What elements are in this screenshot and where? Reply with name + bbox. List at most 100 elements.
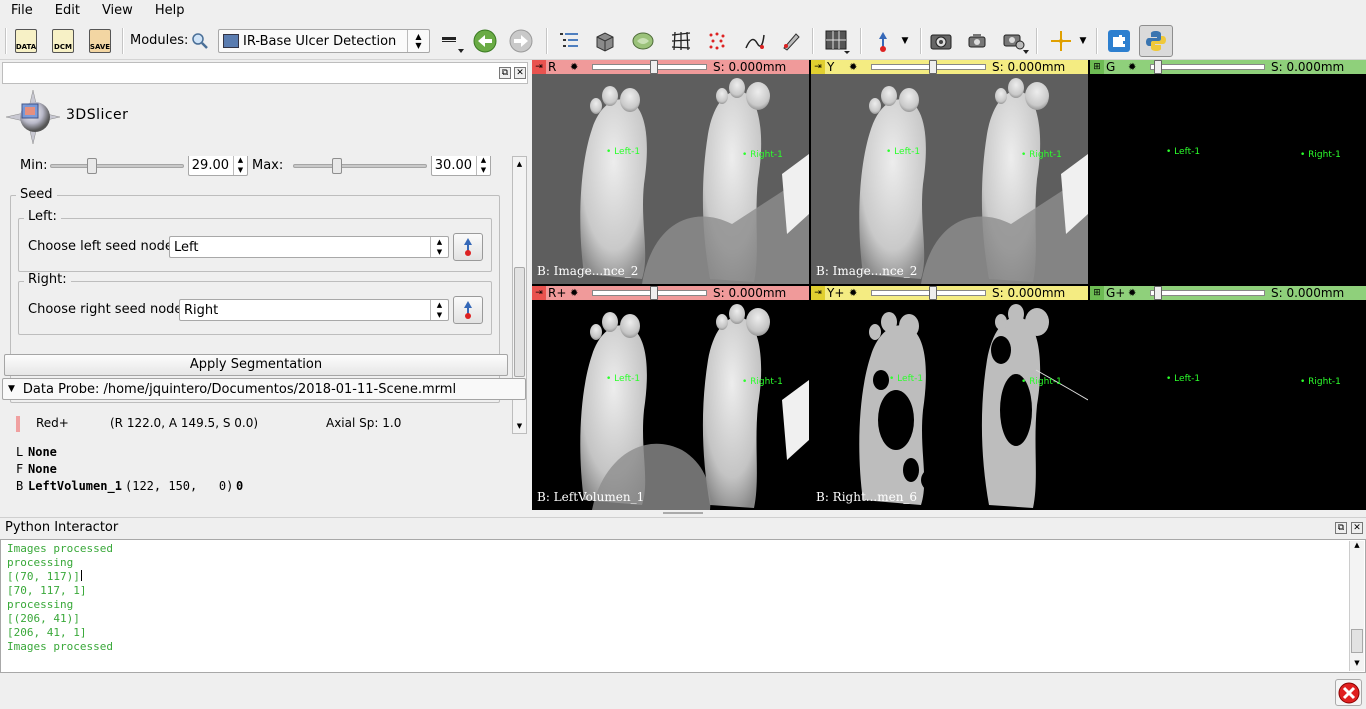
apply-segmentation-button[interactable]: Apply Segmentation	[4, 354, 508, 376]
extension-manager-button[interactable]	[1104, 26, 1134, 56]
menu-file[interactable]: File	[0, 0, 44, 22]
slice-offset-slider[interactable]	[1150, 60, 1265, 74]
module-history-button[interactable]	[436, 26, 466, 56]
min-spinbox[interactable]: 29.00 ▲ ▼	[188, 156, 248, 176]
error-log-button[interactable]	[1335, 679, 1362, 706]
pin-icon[interactable]: ⇥	[532, 286, 546, 300]
transforms-module-button[interactable]	[666, 26, 696, 56]
slice-offset-handle[interactable]	[928, 286, 937, 300]
slice-view-red-plus[interactable]: ⇥ R+ ✹ S: 0.000mm • Left-1 • Right-1 B: LeftVo…	[532, 286, 809, 510]
pin-icon[interactable]: ⇥	[532, 60, 546, 74]
crosshair-button[interactable]	[1046, 26, 1076, 56]
editor-module-button[interactable]	[740, 26, 770, 56]
pin-icon[interactable]: ⇥	[811, 286, 825, 300]
spin-arrows-icon[interactable]: ▲ ▼	[233, 156, 247, 175]
pin-icon[interactable]: ⇥	[811, 60, 825, 74]
place-right-seed-button[interactable]	[453, 296, 483, 324]
data-probe-header[interactable]: ▼ Data Probe: /home/jquintero/Documentos…	[2, 378, 526, 400]
pin-icon[interactable]: ⊞	[1090, 286, 1104, 300]
place-mode-dropdown[interactable]: ▼	[896, 26, 914, 56]
close-icon[interactable]: ✕	[514, 67, 526, 79]
place-left-seed-button[interactable]	[453, 233, 483, 261]
fiducial-label[interactable]: • Left-1	[1166, 147, 1200, 157]
slice-view-body[interactable]: • Left-1 • Right-1 B: Image...nce_2	[811, 74, 1088, 284]
left-seed-selector[interactable]: Left ▲ ▼	[169, 236, 449, 258]
slice-view-body[interactable]: • Left-1 • Right-1	[1090, 300, 1366, 510]
slice-view-yellow-plus[interactable]: ⇥ Y+ ✹ S: 0.000mm • Left-1 • Right-1 B: Right.…	[811, 286, 1088, 510]
forward-button[interactable]	[506, 26, 536, 56]
menu-edit[interactable]: Edit	[44, 0, 91, 22]
crosshair-dropdown[interactable]: ▼	[1074, 26, 1092, 56]
slice-offset-slider[interactable]	[592, 60, 707, 74]
screenshot-button[interactable]	[926, 26, 956, 56]
slice-view-yellow[interactable]: ⇥ Y ✹ S: 0.000mm • Left-1 • Right-1 B: Image..…	[811, 60, 1088, 284]
slice-offset-handle[interactable]	[649, 286, 658, 300]
min-slider[interactable]	[50, 158, 184, 174]
back-button[interactable]	[470, 26, 500, 56]
layout-button[interactable]	[822, 26, 852, 56]
menu-view[interactable]: View	[91, 0, 144, 22]
max-spinbox[interactable]: 30.00 ▲ ▼	[431, 156, 491, 176]
slice-view-body[interactable]: • Left-1 • Right-1	[1090, 74, 1366, 284]
slice-view-green-plus[interactable]: ⊞ G+ ✹ S: 0.000mm • Left-1 • Right-1	[1090, 286, 1366, 510]
slice-view-red[interactable]: ⇥ R ✹ S: 0.000mm • Left-1 • Right-1 B: Image..…	[532, 60, 809, 284]
fiducial-label[interactable]: • Left-1	[1166, 374, 1200, 384]
slice-view-body[interactable]: • Left-1 • Right-1 B: Image...nce_2	[532, 74, 809, 284]
max-slider[interactable]	[293, 158, 427, 174]
slice-view-green[interactable]: ⊞ G ✹ S: 0.000mm • Left-1 • Right-1	[1090, 60, 1366, 284]
markups-module-button[interactable]	[702, 26, 732, 56]
capture-dropdown-button[interactable]	[1000, 26, 1030, 56]
scroll-up-icon[interactable]: ▲	[1350, 541, 1364, 553]
view-options-icon[interactable]: ✹	[849, 62, 857, 73]
fiducial-label[interactable]: • Left-1	[889, 374, 923, 384]
slice-offset-handle[interactable]	[649, 60, 658, 74]
fiducial-label[interactable]: • Right-1	[1021, 377, 1062, 387]
fiducial-label[interactable]: • Left-1	[886, 147, 920, 157]
volumes-module-button[interactable]	[590, 26, 620, 56]
save-button[interactable]: SAVE	[85, 26, 115, 56]
pin-icon[interactable]: ⊞	[1090, 60, 1104, 74]
scrollbar-thumb[interactable]	[1351, 629, 1363, 653]
data-module-button[interactable]	[554, 26, 584, 56]
menu-help[interactable]: Help	[144, 0, 196, 22]
fiducial-label[interactable]: • Right-1	[1021, 150, 1062, 160]
float-icon[interactable]: ⧉	[499, 67, 511, 79]
load-dicom-button[interactable]: DCM	[48, 26, 78, 56]
fiducial-label[interactable]: • Right-1	[742, 377, 783, 387]
slice-offset-slider[interactable]	[871, 60, 986, 74]
spin-arrows-icon[interactable]: ▲ ▼	[476, 156, 490, 175]
float-icon[interactable]: ⧉	[1335, 522, 1347, 534]
right-seed-selector[interactable]: Right ▲ ▼	[179, 299, 449, 321]
fiducial-label[interactable]: • Right-1	[742, 150, 783, 160]
layout-splitter[interactable]	[0, 510, 1366, 516]
slice-offset-slider[interactable]	[592, 286, 707, 300]
slice-offset-slider[interactable]	[871, 286, 986, 300]
min-slider-handle[interactable]	[87, 158, 97, 174]
segment-editor-button[interactable]	[776, 26, 806, 56]
python-scrollbar[interactable]: ▲ ▼	[1349, 541, 1364, 671]
slice-view-body[interactable]: • Left-1 • Right-1 B: Right...men_6	[811, 300, 1088, 510]
python-console[interactable]: Images processed processing [(70, 117)] [70…	[0, 539, 1366, 673]
slice-offset-slider[interactable]	[1150, 286, 1265, 300]
scrollbar-thumb[interactable]	[514, 267, 525, 377]
scene-view-button[interactable]	[962, 26, 992, 56]
view-options-icon[interactable]: ✹	[849, 288, 857, 299]
splitter-grip[interactable]	[663, 512, 703, 514]
fiducial-label[interactable]: • Right-1	[1300, 150, 1341, 160]
load-data-button[interactable]: DATA	[11, 26, 41, 56]
slice-offset-handle[interactable]	[1153, 286, 1162, 300]
max-slider-handle[interactable]	[332, 158, 342, 174]
slice-offset-handle[interactable]	[928, 60, 937, 74]
fiducial-label[interactable]: • Right-1	[1300, 377, 1341, 387]
scroll-up-icon[interactable]: ▲	[513, 157, 526, 171]
view-options-icon[interactable]: ✹	[570, 62, 578, 73]
models-module-button[interactable]	[628, 26, 658, 56]
python-interactor-button[interactable]	[1139, 25, 1173, 57]
fiducial-label[interactable]: • Left-1	[606, 374, 640, 384]
place-fiducial-button[interactable]	[868, 26, 898, 56]
close-icon[interactable]: ✕	[1351, 522, 1363, 534]
scroll-down-icon[interactable]: ▼	[1350, 659, 1364, 671]
fiducial-label[interactable]: • Left-1	[606, 147, 640, 157]
view-options-icon[interactable]: ✹	[570, 288, 578, 299]
module-selector[interactable]: IR-Base Ulcer Detection ▲ ▼	[218, 29, 430, 53]
